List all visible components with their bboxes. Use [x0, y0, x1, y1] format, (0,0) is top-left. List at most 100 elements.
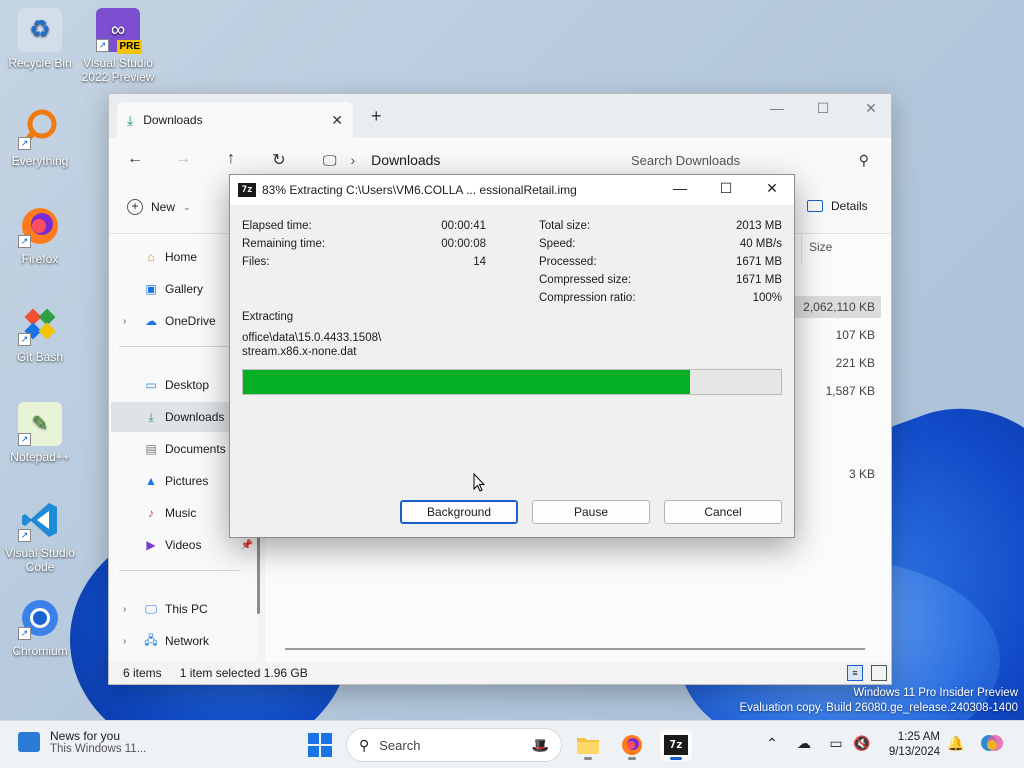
- desktop-icon-label: Recycle Bin: [8, 56, 72, 70]
- sidebar-item-label: Documents: [165, 442, 226, 456]
- refresh-icon[interactable]: ↻: [269, 150, 289, 170]
- sidebar-item-label: Desktop: [165, 378, 210, 392]
- desktop-icon-label: Firefox: [21, 252, 59, 266]
- up-arrow-icon[interactable]: ↑: [221, 150, 241, 168]
- taskbar: News for you This Windows 11... ⚲ Search…: [0, 720, 1024, 768]
- chevron-right-icon[interactable]: ›: [123, 636, 126, 647]
- stat-label: Files:: [242, 256, 270, 268]
- display-icon[interactable]: ▭: [826, 735, 846, 752]
- news-widget[interactable]: News for you This Windows 11...: [18, 729, 146, 755]
- plus-circle-icon: +: [127, 199, 143, 215]
- breadcrumb-downloads[interactable]: Downloads: [371, 152, 440, 168]
- new-tab-button[interactable]: +: [371, 106, 382, 127]
- horizontal-scrollbar[interactable]: [285, 648, 865, 650]
- cancel-button[interactable]: Cancel: [664, 500, 782, 524]
- maximize-icon[interactable]: ☐: [813, 100, 833, 117]
- desktop-icon-label: Git Bash: [16, 350, 64, 364]
- desktop-folder-icon: ▭: [145, 378, 157, 392]
- chevron-down-icon: ⌄: [183, 201, 191, 212]
- back-arrow-icon[interactable]: ←: [125, 150, 145, 168]
- file-size-cell[interactable]: 3 KB: [791, 463, 881, 485]
- close-icon[interactable]: ✕: [760, 180, 784, 197]
- clock[interactable]: 1:25 AM 9/13/2024: [870, 730, 940, 760]
- home-icon: ⌂: [147, 250, 155, 264]
- desktop-icon-chromium[interactable]: ↗ Chromium: [0, 596, 80, 658]
- sidebar-item-this-pc[interactable]: › 🖵 This PC: [111, 594, 255, 624]
- firefox-icon: ↗: [18, 204, 62, 248]
- background-button[interactable]: Background: [400, 500, 518, 524]
- show-hidden-icons-chevron-icon[interactable]: ⌃: [762, 735, 782, 752]
- search-highlight-icon: 🎩: [531, 736, 549, 753]
- 7zip-icon: 7z: [238, 183, 256, 197]
- taskbar-file-explorer[interactable]: [572, 729, 604, 761]
- tiles-view-icon[interactable]: [871, 665, 887, 681]
- music-icon: ♪: [148, 506, 154, 520]
- pause-button[interactable]: Pause: [532, 500, 650, 524]
- tab-downloads[interactable]: ⤓ Downloads ✕: [117, 102, 353, 138]
- navigation-scrollbar[interactable]: [257, 534, 260, 614]
- copilot-icon[interactable]: [980, 731, 1003, 758]
- file-size-cell[interactable]: 1,587 KB: [791, 380, 881, 402]
- start-tile: [308, 746, 319, 757]
- minimize-icon[interactable]: —: [668, 180, 692, 196]
- sidebar-item-label: This PC: [165, 602, 208, 616]
- chromium-icon: ↗: [18, 596, 62, 640]
- desktop-icon-recycle-bin[interactable]: ♻ Recycle Bin: [0, 8, 80, 70]
- file-size-cell[interactable]: 221 KB: [791, 352, 881, 374]
- stat-label: Elapsed time:: [242, 220, 312, 232]
- start-tile: [321, 733, 332, 744]
- sidebar-item-label: Network: [165, 634, 210, 648]
- desktop-icon-notepad-plus-plus[interactable]: ✎ ↗ Notepad++: [0, 402, 80, 464]
- shortcut-arrow-icon: ↗: [18, 235, 31, 248]
- desktop-icon-git-bash[interactable]: ↗ Git Bash: [0, 302, 80, 364]
- desktop-icon-label: Notepad++: [10, 450, 70, 464]
- sidebar-item-label: Downloads: [165, 410, 225, 424]
- desktop-icon-everything[interactable]: ↗ Everything: [0, 106, 80, 168]
- details-view-icon[interactable]: ≡: [847, 665, 863, 681]
- taskbar-7zip[interactable]: 7z: [660, 729, 692, 761]
- taskbar-search[interactable]: ⚲ Search 🎩: [346, 728, 562, 762]
- details-button[interactable]: Details: [807, 199, 868, 213]
- stat-value-compression-ratio: 100%: [752, 292, 782, 304]
- volume-muted-icon[interactable]: 🔇: [852, 735, 872, 752]
- operation-label: Extracting: [242, 311, 294, 323]
- notification-bell-icon[interactable]: 🔔: [946, 735, 966, 752]
- sidebar-item-label: Home: [165, 250, 198, 264]
- pin-icon[interactable]: 📌: [241, 540, 253, 551]
- stat-label: Compression ratio:: [539, 292, 636, 304]
- stat-label: Speed:: [539, 238, 576, 250]
- shortcut-arrow-icon: ↗: [18, 433, 31, 446]
- address-bar[interactable]: 🖵 › Downloads: [315, 144, 615, 176]
- dialog-title-bar: 7z 83% Extracting C:\Users\VM6.COLLA ...…: [230, 175, 794, 205]
- forward-arrow-icon[interactable]: →: [173, 150, 193, 168]
- search-input[interactable]: Search Downloads ⚲: [621, 144, 879, 176]
- shortcut-arrow-icon: ↗: [18, 137, 31, 150]
- network-disconnected-icon[interactable]: ☁: [794, 735, 814, 752]
- file-size-cell[interactable]: 107 KB: [791, 324, 881, 346]
- sidebar-item-label: Music: [165, 506, 197, 520]
- desktop-icon-vscode[interactable]: ↗ Visual Studio Code: [0, 498, 80, 574]
- minimize-icon[interactable]: —: [767, 100, 787, 116]
- item-count: 6 items: [123, 666, 162, 680]
- sidebar-item-network[interactable]: › 🖧 Network: [111, 626, 255, 656]
- chevron-right-icon[interactable]: ›: [123, 316, 126, 327]
- maximize-icon[interactable]: ☐: [714, 180, 738, 197]
- network-icon: 🖧: [144, 632, 158, 647]
- visual-studio-icon: ∞ ↗ PRE: [96, 8, 142, 54]
- shortcut-arrow-icon: ↗: [18, 627, 31, 640]
- desktop-icon-visual-studio[interactable]: ∞ ↗ PRE Visual Studio 2022 Preview: [78, 8, 158, 84]
- search-placeholder: Search Downloads: [631, 152, 741, 168]
- new-button[interactable]: + New ⌄: [127, 199, 191, 215]
- clock-time: 1:25 AM: [897, 731, 940, 743]
- chevron-right-icon[interactable]: ›: [123, 604, 126, 615]
- file-size-cell[interactable]: 2,062,110 KB: [791, 296, 881, 318]
- start-button[interactable]: [308, 733, 332, 757]
- size-column-header[interactable]: Size: [809, 240, 832, 254]
- stat-value-processed: 1671 MB: [735, 256, 782, 268]
- taskbar-firefox[interactable]: [616, 729, 648, 761]
- document-icon: ▤: [145, 442, 157, 456]
- chevron-right-icon: ›: [350, 152, 356, 168]
- desktop-icon-firefox[interactable]: ↗ Firefox: [0, 204, 80, 266]
- close-tab-icon[interactable]: ✕: [331, 112, 343, 129]
- close-window-icon[interactable]: ✕: [861, 100, 881, 117]
